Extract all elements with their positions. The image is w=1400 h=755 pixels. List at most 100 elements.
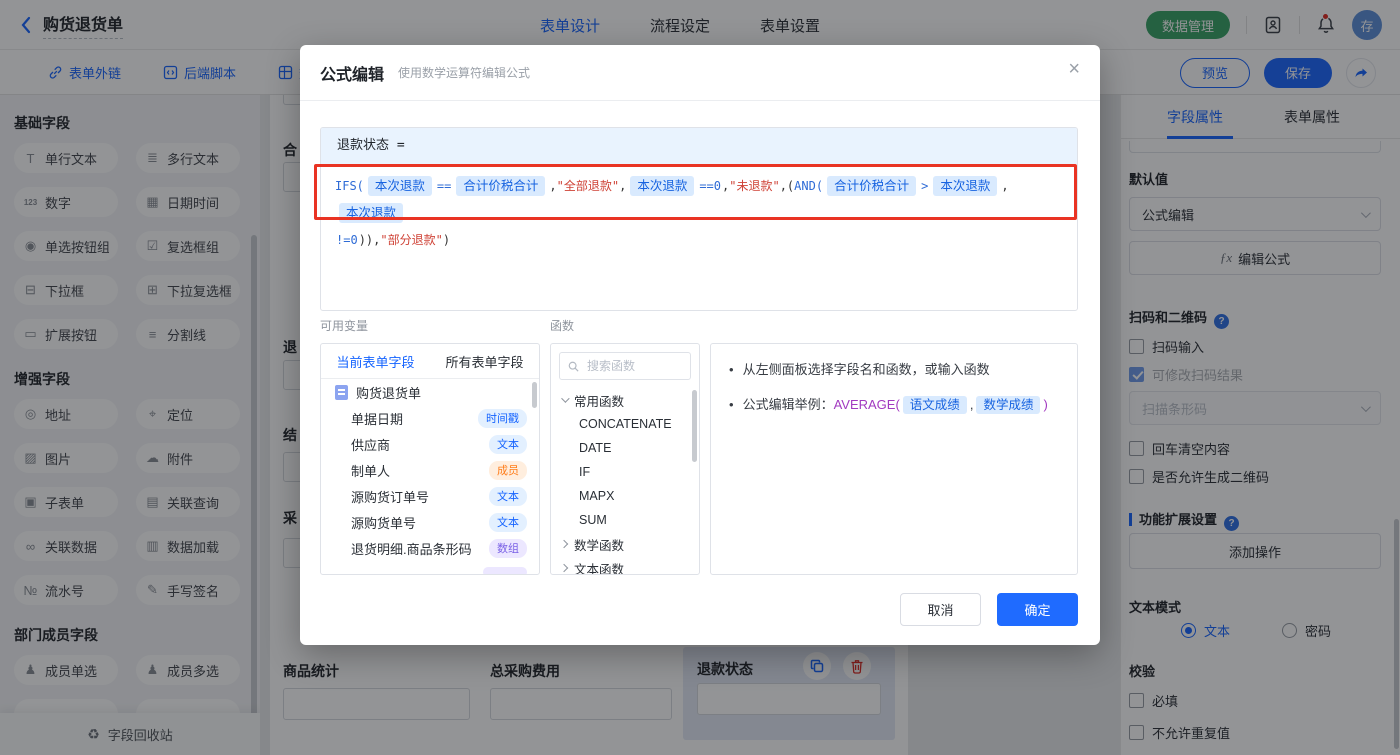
formula-punct: ,	[619, 179, 627, 193]
bullet-icon: •	[729, 397, 734, 412]
formula-operator: !=0	[336, 233, 358, 247]
function-item[interactable]: SUM	[551, 508, 699, 532]
formula-field-chip: 语文成绩	[902, 396, 967, 414]
help-example-function: AVERAGE(	[833, 397, 900, 412]
function-label: 文本函数	[574, 562, 625, 575]
function-item[interactable]: IF	[551, 460, 699, 484]
cancel-button[interactable]: 取消	[900, 593, 981, 626]
field-type-badge: 时间戳	[478, 408, 527, 428]
field-type-badge: 文本	[489, 512, 527, 532]
confirm-button[interactable]: 确定	[997, 593, 1078, 626]
modal-header: 公式编辑 使用数学运算符编辑公式 ×	[300, 45, 1100, 101]
variable-name: 供应商	[351, 437, 391, 453]
formula-help-panel: • 从左侧面板选择字段名和函数，或输入函数 • 公式编辑举例：AVERAGE(语…	[710, 343, 1078, 575]
variable-row-partial	[483, 567, 527, 574]
formula-punct: ))	[358, 233, 374, 247]
function-search-input[interactable]	[584, 358, 682, 374]
variables-label: 可用变量	[320, 319, 369, 333]
formula-function: AND(	[794, 179, 824, 193]
tab-all-form-fields[interactable]: 所有表单字段	[430, 344, 539, 378]
formula-punct: ,	[549, 179, 557, 193]
function-group[interactable]: 文本函数	[551, 556, 699, 575]
close-icon[interactable]: ×	[1068, 59, 1080, 79]
variables-panel: 当前表单字段 所有表单字段 购货退货单 单据日期 时间戳 供应商 文本 制单人 成员 源购货订…	[320, 343, 540, 575]
field-type-badge: 文本	[489, 486, 527, 506]
formula-editor-modal: 公式编辑 使用数学运算符编辑公式 × 退款状态 = IFS(本次退款 == 合计价税…	[300, 45, 1100, 645]
help-example: 公式编辑举例：AVERAGE(语文成绩, 数学成绩)	[743, 395, 1048, 415]
formula-string: "全部退款"	[556, 179, 620, 193]
caret-icon	[559, 563, 569, 573]
help-line-1: • 从左侧面板选择字段名和函数，或输入函数	[729, 360, 1059, 380]
variables-tabs: 当前表单字段 所有表单字段	[321, 344, 539, 379]
search-icon	[568, 361, 579, 372]
help-example-prefix: 公式编辑举例：	[742, 397, 834, 412]
formula-expression[interactable]: IFS(本次退款 == 合计价税合计 ,"全部退款", 本次退款 ==0,"未退款",(A…	[321, 164, 1077, 263]
formula-field-chip: 数学成绩	[976, 396, 1041, 414]
formula-function: IFS(	[335, 179, 364, 193]
formula-operator: >	[921, 179, 929, 193]
formula-target: 退款状态 =	[321, 128, 1077, 164]
field-type-badge: 数组	[489, 538, 527, 558]
modal-subtitle: 使用数学运算符编辑公式	[398, 66, 531, 80]
function-group[interactable]: 数学函数	[551, 532, 699, 556]
field-type-badge: 成员	[489, 460, 527, 480]
formula-editor[interactable]: 退款状态 = IFS(本次退款 == 合计价税合计 ,"全部退款", 本次退款 ==0,"…	[320, 127, 1078, 311]
formula-field-chip[interactable]: 本次退款	[339, 203, 404, 223]
function-item[interactable]: CONCATENATE	[551, 412, 699, 436]
modal-title: 公式编辑	[320, 66, 385, 84]
functions-scrollbar[interactable]	[692, 390, 697, 462]
function-search[interactable]	[559, 352, 691, 380]
formula-string: "未退款"	[729, 179, 780, 193]
function-label: SUM	[579, 513, 607, 527]
function-label: CONCATENATE	[579, 417, 672, 431]
function-rows: 常用函数 CONCATENATE DATE IF MAPX SUM 数学函数文本函数	[551, 388, 699, 575]
tab-current-form-fields[interactable]: 当前表单字段	[321, 344, 430, 378]
formula-field-chip[interactable]: 合计价税合计	[827, 176, 917, 196]
variable-name: 单据日期	[351, 411, 404, 427]
formula-punct: ,(	[779, 179, 795, 193]
formula-field-chip[interactable]: 本次退款	[367, 176, 432, 196]
form-doc-icon	[335, 384, 348, 400]
formula-field-chip[interactable]: 本次退款	[933, 176, 998, 196]
help-text: 从左侧面板选择字段名和函数，或输入函数	[742, 362, 990, 377]
formula-field-chip[interactable]: 本次退款	[630, 176, 695, 196]
formula-punct: )	[442, 233, 451, 247]
variable-name: 制单人	[351, 463, 391, 479]
formula-field-chip[interactable]: 合计价税合计	[456, 176, 546, 196]
variables-scrollbar[interactable]	[532, 382, 537, 408]
help-example-separator: ,	[969, 397, 974, 412]
variable-root-name: 购货退货单	[356, 385, 422, 401]
formula-string: "部分退款"	[380, 233, 443, 247]
variable-row[interactable]: 源购货订单号 文本	[321, 483, 539, 509]
variable-row[interactable]: 供应商 文本	[321, 431, 539, 457]
formula-operator: ==	[436, 179, 452, 193]
variable-row[interactable]: 单据日期 时间戳	[321, 405, 539, 431]
function-label: MAPX	[579, 489, 615, 503]
function-item[interactable]: DATE	[551, 436, 699, 460]
variable-row[interactable]: 制单人 成员	[321, 457, 539, 483]
functions-label: 函数	[550, 319, 575, 333]
variable-row[interactable]: 源购货单号 文本	[321, 509, 539, 535]
function-label: 常用函数	[574, 394, 625, 409]
variable-root-row[interactable]: 购货退货单	[321, 379, 539, 405]
help-example-function-close: )	[1043, 397, 1048, 412]
function-item[interactable]: MAPX	[551, 484, 699, 508]
variable-rows: 购货退货单 单据日期 时间戳 供应商 文本 制单人 成员 源购货订单号 文本 源购货单号 文本 退货明…	[321, 379, 539, 561]
variable-row[interactable]: 退货明细.商品条形码 数组	[321, 535, 539, 561]
app: 购货退货单 表单设计 流程设定 表单设置 数据管理 存 表单外链 后端脚本 预览…	[0, 0, 1400, 755]
variable-name: 退货明细.商品条形码	[351, 541, 472, 557]
field-type-badge: 文本	[489, 434, 527, 454]
formula-punct: ,	[1001, 179, 1009, 193]
caret-icon	[559, 539, 569, 549]
variable-name: 源购货单号	[351, 515, 417, 531]
function-label: IF	[579, 465, 591, 479]
help-line-2: • 公式编辑举例：AVERAGE(语文成绩, 数学成绩)	[729, 395, 1059, 415]
functions-panel: 常用函数 CONCATENATE DATE IF MAPX SUM 数学函数文本函数	[550, 343, 700, 575]
function-label: DATE	[579, 441, 612, 455]
variable-name: 源购货订单号	[351, 489, 430, 505]
function-group[interactable]: 常用函数	[551, 388, 699, 412]
bullet-icon: •	[729, 362, 734, 377]
caret-icon	[561, 394, 570, 403]
function-label: 数学函数	[574, 538, 625, 553]
formula-operator: ==0	[699, 179, 722, 193]
